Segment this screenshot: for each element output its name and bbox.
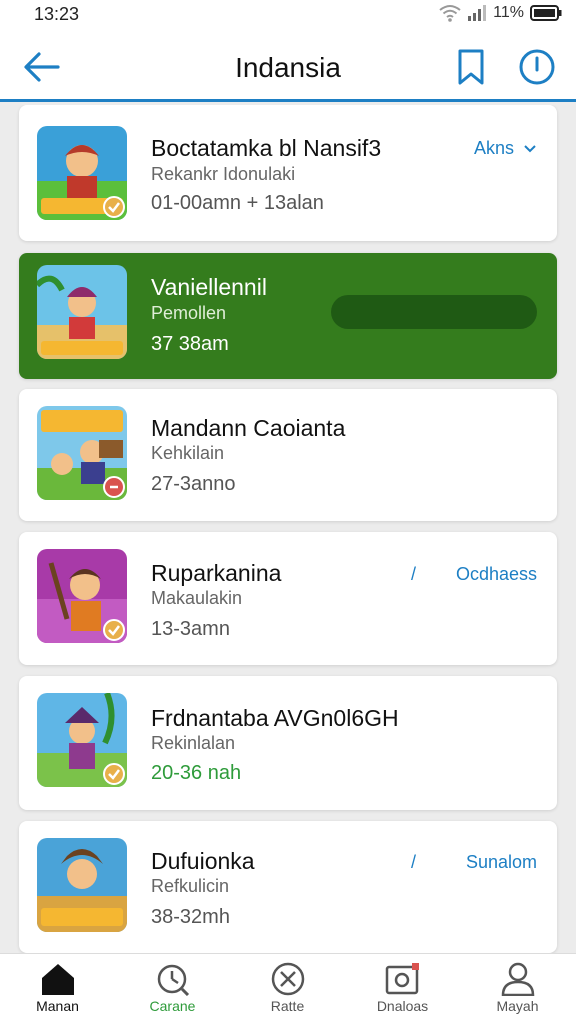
game-thumbnail [37,693,127,787]
home-icon [41,964,74,995]
nav-label: Manan [36,998,79,1014]
list-item[interactable]: Boctatamka bl Nansif3 Rekankr Idonulaki … [19,105,557,241]
list-item[interactable]: Ruparkanina Makaulakin 13-3amn / Ocdhaes… [19,532,557,665]
game-thumbnail [37,838,127,932]
bookmark-icon [458,49,484,85]
nav-label: Carane [149,998,196,1014]
battery-icon [530,5,562,21]
chevron-down-icon [524,145,536,153]
edit-icon[interactable]: / [411,852,416,873]
item-subtitle: Refkulicin [151,876,230,896]
wifi-icon [439,5,461,22]
signal-icon [468,5,487,21]
info-button[interactable] [518,48,556,86]
item-time: 27-3anno [151,473,236,495]
status-bar: 13:23 11% [0,0,576,30]
item-title: Frdnantaba AVGn0l6GH [151,705,399,731]
item-time: 13-3amn [151,618,230,640]
game-thumbnail [37,265,127,359]
nav-label: Ratte [270,998,305,1014]
item-list: Boctatamka bl Nansif3 Rekankr Idonulaki … [0,105,576,953]
item-subtitle: Rekankr Idonulaki [151,164,296,184]
list-item[interactable]: Dufuionka Refkulicin 38-32mh / Sunalom [19,821,557,953]
nav-downloads[interactable]: Dnaloas [345,954,460,1024]
item-action-link[interactable]: Ocdhaess [456,564,537,585]
close-circle-icon [271,962,304,996]
nav-profile[interactable]: Mayah [460,954,575,1024]
item-time: 20-36 nah [151,762,242,784]
game-thumbnail [37,406,127,500]
nav-rate[interactable]: Ratte [230,954,345,1024]
game-thumbnail [37,126,127,220]
action-pill[interactable] [331,295,537,329]
list-item[interactable]: Mandann Caoianta Kehkilain 27-3anno [19,389,557,521]
item-action-label: Akns [473,138,514,158]
app-header: Indansia [0,30,576,102]
profile-icon [501,962,534,996]
item-time: 37 38am [151,333,229,355]
bookmark-button[interactable] [454,48,488,86]
check-badge-icon [103,763,125,785]
x-badge-icon [103,476,125,498]
item-time: 01-00amn + 13alan [151,192,324,214]
nav-label: Mayah [496,998,539,1014]
item-subtitle: Pemollen [151,303,227,323]
item-action-dropdown[interactable]: Akns [474,138,537,159]
item-time: 38-32mh [151,906,230,928]
nav-clock[interactable]: Carane [115,954,230,1024]
page-title: Indansia [235,52,341,83]
check-badge-icon [103,619,125,641]
nav-label: Dnaloas [376,998,429,1014]
nav-home[interactable]: Manan [0,954,115,1024]
item-subtitle: Makaulakin [151,588,243,608]
check-badge-icon [103,196,125,218]
clock-icon [157,964,189,996]
bottom-nav: Manan Carane Ratte Dnaloas Mayah [0,953,576,1024]
item-action-link[interactable]: Sunalom [466,852,537,873]
list-item[interactable]: Frdnantaba AVGn0l6GH Rekinlalan 20-36 na… [19,676,557,810]
status-icons: 11% [439,4,562,22]
game-thumbnail [37,549,127,643]
item-subtitle: Kehkilain [151,443,225,463]
battery-percent: 11% [493,4,524,21]
item-title: Dufuionka [151,848,255,874]
item-title: Mandann Caoianta [151,415,346,441]
status-time: 13:23 [34,4,80,24]
item-title: Vaniellennil [151,274,267,300]
item-title: Boctatamka bl Nansif3 [151,135,382,161]
edit-icon[interactable]: / [411,564,416,585]
item-subtitle: Rekinlalan [151,733,236,753]
photo-icon [385,963,419,995]
list-item-selected[interactable]: Vaniellennil Pemollen 37 38am [19,253,557,379]
item-title: Ruparkanina [151,560,282,586]
info-icon [519,49,555,85]
